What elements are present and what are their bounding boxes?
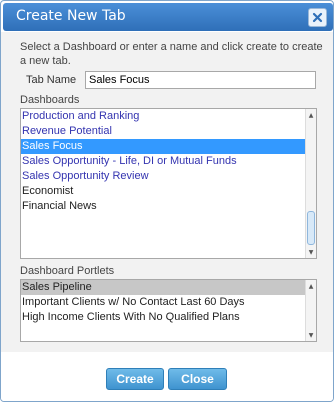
create-new-tab-dialog: Create New Tab Select a Dashboard or ent… bbox=[0, 0, 334, 402]
dashboards-listbox[interactable]: Production and Ranking Revenue Potential… bbox=[20, 108, 317, 259]
dialog-title-bar[interactable]: Create New Tab bbox=[3, 3, 333, 31]
dashboard-item-selected[interactable]: Sales Focus bbox=[21, 139, 316, 154]
instructions-text: Select a Dashboard or enter a name and c… bbox=[20, 41, 323, 67]
create-button[interactable]: Create bbox=[106, 368, 164, 390]
scroll-down-arrow-icon[interactable]: ▼ bbox=[306, 330, 316, 340]
dashboard-item[interactable]: Sales Opportunity - Life, DI or Mutual F… bbox=[21, 154, 316, 169]
scroll-up-arrow-icon[interactable]: ▲ bbox=[306, 110, 316, 120]
dashboard-item[interactable]: Sales Opportunity Review bbox=[21, 169, 316, 184]
close-icon[interactable] bbox=[308, 8, 327, 27]
dashboard-item[interactable]: Financial News bbox=[21, 199, 316, 214]
dashboards-scrollbar[interactable]: ▲ ▼ bbox=[305, 109, 316, 258]
dashboard-portlets-label: Dashboard Portlets bbox=[20, 265, 115, 277]
dashboards-label: Dashboards bbox=[20, 94, 80, 106]
tab-name-input[interactable] bbox=[85, 71, 316, 89]
portlet-item-selected[interactable]: Sales Pipeline bbox=[21, 280, 316, 295]
portlet-item[interactable]: High Income Clients With No Qualified Pl… bbox=[21, 310, 316, 325]
dialog-footer: Create Close bbox=[1, 352, 333, 401]
scroll-up-arrow-icon[interactable]: ▲ bbox=[306, 281, 316, 291]
dashboard-item[interactable]: Revenue Potential bbox=[21, 124, 316, 139]
scroll-thumb[interactable] bbox=[307, 211, 315, 245]
dashboard-item[interactable]: Economist bbox=[21, 184, 316, 199]
portlet-item[interactable]: Important Clients w/ No Contact Last 60 … bbox=[21, 295, 316, 310]
portlets-listbox[interactable]: Sales Pipeline Important Clients w/ No C… bbox=[20, 279, 317, 342]
dialog-body: Select a Dashboard or enter a name and c… bbox=[1, 32, 333, 352]
tab-name-label: Tab Name bbox=[26, 74, 77, 86]
close-button[interactable]: Close bbox=[168, 368, 227, 390]
dialog-title: Create New Tab bbox=[16, 8, 126, 24]
dashboard-item[interactable]: Production and Ranking bbox=[21, 109, 316, 124]
scroll-down-arrow-icon[interactable]: ▼ bbox=[306, 247, 316, 257]
portlets-scrollbar[interactable]: ▲ ▼ bbox=[305, 280, 316, 341]
